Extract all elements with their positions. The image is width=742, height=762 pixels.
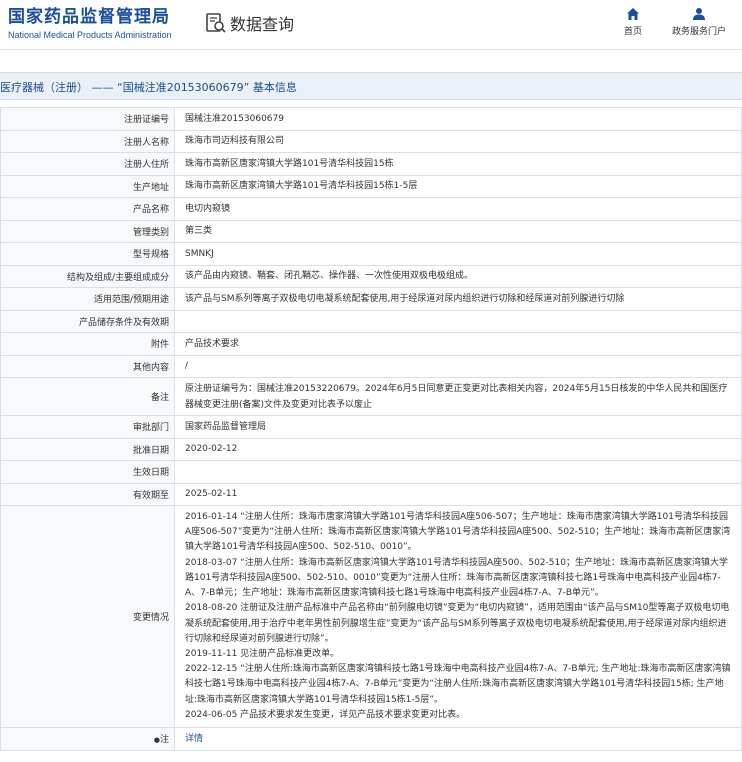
user-icon <box>693 8 705 20</box>
field-label: 变更情况 <box>0 505 175 728</box>
field-label: 型号规格 <box>0 242 175 266</box>
data-query-title: 数据查询 <box>230 15 295 34</box>
field-label: 批准日期 <box>0 437 175 461</box>
note-label: 注 <box>159 735 169 746</box>
change-history: 2016-01-14 “注册人住所：珠海市唐家湾镇大学路101号清华科技园A座5… <box>174 505 742 728</box>
field-label: 审批部门 <box>0 415 175 439</box>
field-value: 国家药品监督管理局 <box>174 415 742 439</box>
field-value <box>174 460 742 484</box>
table-row: 注册证编号 国械注准20153060679 <box>0 107 742 131</box>
table-row: 适用范围/预期用途 该产品与SM系列等离子双极电切电凝系统配套使用,用于经尿道对尿… <box>0 287 742 311</box>
table-row: 批准日期 2020-02-12 <box>0 437 742 461</box>
table-row: 审批部门 国家药品监督管理局 <box>0 415 742 439</box>
field-value: 该产品与SM系列等离子双极电切电凝系统配套使用,用于经尿道对尿内组织进行切除和经… <box>174 287 742 311</box>
table-row-change-history: 变更情况 2016-01-14 “注册人住所：珠海市唐家湾镇大学路101号清华科… <box>0 505 742 728</box>
table-row: 其他内容 / <box>0 354 742 378</box>
table-row-note-link: ●注 详情 <box>0 727 742 751</box>
field-value: 详情 <box>174 727 742 751</box>
field-value: 产品技术要求 <box>174 332 742 356</box>
field-label: ●注 <box>0 727 175 751</box>
table-row: 产品名称 电切内窥镜 <box>0 197 742 221</box>
field-label: 产品储存条件及有效期 <box>0 309 175 333</box>
record-title: 医疗器械（注册） —— “国械注准20153060679” 基本信息 <box>0 81 297 94</box>
logo-en: National Medical Products Administration <box>8 30 172 40</box>
field-label: 有效期至 <box>0 482 175 506</box>
nav-service-portal-button[interactable]: 政务服务门户 <box>668 7 730 37</box>
field-value: 珠海市高新区唐家湾镇大学路101号清华科技园15栋 <box>174 152 742 176</box>
field-value: 2025-02-11 <box>174 482 742 506</box>
table-row: 附件 产品技术要求 <box>0 332 742 356</box>
table-row: 有效期至 2025-02-11 <box>0 482 742 506</box>
nav-home-button[interactable]: 首页 <box>618 7 648 37</box>
field-label: 注册人名称 <box>0 129 175 153</box>
logo-cn: 国家药品监督管理局 <box>8 7 170 27</box>
field-label: 生产地址 <box>0 174 175 198</box>
change-entry: 2018-03-07 “注册人住所：珠海市高新区唐家湾镇大学路101号清华科技园… <box>185 557 728 599</box>
field-value: SMNKJ <box>174 242 742 266</box>
field-value: 第三类 <box>174 219 742 243</box>
site-header: 国家药品监督管理局 National Medical Products Admi… <box>0 0 742 50</box>
record-title-bar: 医疗器械（注册） —— “国械注准20153060679” 基本信息 <box>0 72 742 100</box>
data-query-section: 数据查询 <box>205 11 294 35</box>
table-row: 管理类别 第三类 <box>0 219 742 243</box>
nmpa-logo[interactable]: 国家药品监督管理局 National Medical Products Admi… <box>8 6 172 41</box>
field-value: 2020-02-12 <box>174 437 742 461</box>
home-icon <box>627 8 639 20</box>
field-value: / <box>174 354 742 378</box>
table-row: 注册人住所 珠海市高新区唐家湾镇大学路101号清华科技园15栋 <box>0 152 742 176</box>
change-entry: 2024-06-05 产品技术要求发生变更，详见产品技术要求变更对比表。 <box>185 709 466 720</box>
change-entry: 2018-08-20 注册证及注册产品标准中产品名称由“前列腺电切镜”变更为“电… <box>185 603 730 644</box>
field-label: 适用范围/预期用途 <box>0 287 175 311</box>
table-row: 产品储存条件及有效期 <box>0 309 742 333</box>
table-row: 注册人名称 珠海市司迈科技有限公司 <box>0 129 742 153</box>
field-label: 结构及组成/主要组成成分 <box>0 264 175 288</box>
field-label: 生效日期 <box>0 460 175 484</box>
details-link[interactable]: 详情 <box>185 734 203 744</box>
field-value: 珠海市高新区唐家湾镇大学路101号清华科技园15栋1-5层 <box>174 174 742 198</box>
table-row: 结构及组成/主要组成成分 该产品由内窥镜、鞘套、闭孔鞘芯、操作器、一次性使用双极电… <box>0 264 742 288</box>
field-label: 注册证编号 <box>0 107 175 131</box>
field-value: 珠海市司迈科技有限公司 <box>174 129 742 153</box>
table-row: 生效日期 <box>0 460 742 484</box>
change-entry: 2016-01-14 “注册人住所：珠海市唐家湾镇大学路101号清华科技园A座5… <box>185 512 731 553</box>
field-value <box>174 309 742 333</box>
detail-table: 注册证编号 国械注准20153060679 注册人名称 珠海市司迈科技有限公司 注册… <box>0 107 742 751</box>
nav-service-portal-label: 政务服务门户 <box>671 27 726 37</box>
field-label: 产品名称 <box>0 197 175 221</box>
change-entry: 2022-12-15 “注册人住所:珠海市高新区唐家湾镇科技七路1号珠海中电高科… <box>185 664 731 705</box>
field-label: 附件 <box>0 332 175 356</box>
table-row: 生产地址 珠海市高新区唐家湾镇大学路101号清华科技园15栋1-5层 <box>0 174 742 198</box>
nav-home-label: 首页 <box>623 27 642 37</box>
field-value: 原注册证编号为：国械注准20153220679。2024年6月5日同意更正变更对… <box>174 377 742 416</box>
field-value: 该产品由内窥镜、鞘套、闭孔鞘芯、操作器、一次性使用双极电极组成。 <box>174 264 742 288</box>
change-entry: 2019-11-11 见注册产品标准更改单。 <box>185 648 340 659</box>
field-label: 备注 <box>0 377 175 416</box>
field-label: 注册人住所 <box>0 152 175 176</box>
table-row-note: 备注 原注册证编号为：国械注准20153220679。2024年6月5日同意更正变… <box>0 377 742 416</box>
field-label: 其他内容 <box>0 354 175 378</box>
field-value: 国械注准20153060679 <box>174 107 742 131</box>
field-label: 管理类别 <box>0 219 175 243</box>
table-row: 型号规格 SMNKJ <box>0 242 742 266</box>
data-search-icon <box>206 13 226 33</box>
field-value: 电切内窥镜 <box>174 197 742 221</box>
